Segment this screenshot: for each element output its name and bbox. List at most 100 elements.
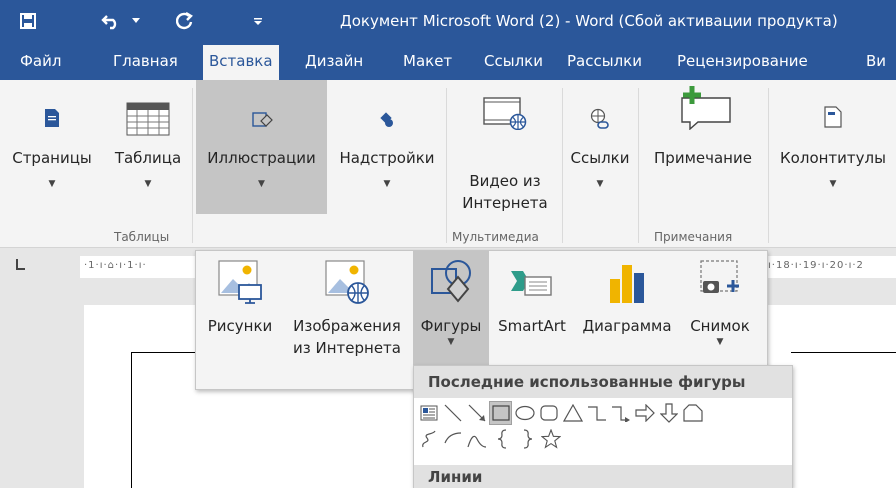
screenshot-label: Снимок	[690, 317, 750, 335]
ribbon-tabs: Файл Главная Вставка Дизайн Макет Ссылки…	[0, 42, 896, 80]
oval-icon[interactable]	[514, 402, 535, 424]
tab-insert[interactable]: Вставка	[203, 45, 279, 80]
chevron-down-icon: ▼	[447, 337, 455, 347]
arrow-line-icon[interactable]	[466, 402, 487, 424]
recent-shapes-header: Последние использованные фигуры	[414, 366, 792, 398]
group-separator	[638, 88, 639, 243]
shapes-icon	[428, 259, 474, 311]
redo-icon[interactable]	[172, 8, 198, 34]
pictures-label: Рисунки	[207, 317, 273, 335]
tab-layout[interactable]: Макет	[403, 42, 452, 80]
shapes-label: Фигуры	[420, 317, 482, 335]
links-label: Ссылки	[570, 149, 630, 167]
undo-dropdown-icon[interactable]	[128, 8, 144, 34]
new-comment-icon	[672, 84, 734, 134]
online-pictures-icon	[324, 259, 370, 311]
title-bar: Документ Microsoft Word (2) - Word (Сбой…	[0, 0, 896, 42]
arc-icon[interactable]	[442, 428, 463, 450]
header-footer-icon	[824, 106, 842, 132]
triangle-icon[interactable]	[562, 402, 583, 424]
chevron-down-icon: ▼	[48, 179, 56, 189]
ruler-left-text: ·1·ı·⌂·ı·1·ı·	[84, 260, 147, 271]
online-video-button[interactable]: Видео из Интернета	[450, 80, 560, 248]
pages-icon	[44, 108, 60, 132]
tab-references[interactable]: Ссылки	[484, 42, 543, 80]
curve-icon[interactable]	[466, 428, 487, 450]
save-icon[interactable]	[14, 8, 42, 34]
tab-home[interactable]: Главная	[113, 42, 178, 80]
tab-stop-icon	[16, 259, 25, 270]
smartart-button[interactable]: SmartArt	[490, 251, 574, 369]
chevron-down-icon: ▼	[716, 337, 724, 347]
tab-file[interactable]: Файл	[20, 42, 61, 80]
tab-view[interactable]: Ви	[866, 42, 886, 80]
shapes-gallery: Последние использованные фигуры Линии	[413, 365, 793, 488]
ruler-right-text: ı·18·ı·19·ı·20·ı·2	[768, 260, 864, 271]
down-arrow-icon[interactable]	[658, 402, 679, 424]
group-separator	[446, 88, 447, 243]
group-label-comments: Примечания	[654, 230, 733, 244]
tab-review[interactable]: Рецензирование	[677, 42, 808, 80]
online-video-label: Видео из Интернета	[450, 170, 560, 214]
text-box-icon[interactable]	[418, 402, 439, 424]
online-video-icon	[482, 96, 528, 134]
addins-label: Надстройки	[339, 149, 435, 167]
online-pictures-button[interactable]: Изображения из Интернета	[284, 251, 410, 369]
pictures-icon	[217, 259, 263, 311]
smartart-label: SmartArt	[498, 317, 566, 335]
customize-qat-icon[interactable]	[248, 8, 268, 34]
ruler-corner[interactable]	[0, 250, 40, 280]
chevron-down-icon: ▼	[596, 179, 604, 189]
illustrations-button[interactable]: Иллюстрации ▼	[196, 80, 327, 214]
shapes-icon	[251, 110, 273, 134]
header-footer-label: Колонтитулы	[780, 149, 886, 167]
right-arrow-icon[interactable]	[634, 402, 655, 424]
comment-label: Примечание	[654, 149, 752, 167]
recent-shapes-row	[418, 428, 790, 450]
online-pictures-label-line2: из Интернета	[293, 339, 401, 357]
online-video-label-line1: Видео из	[469, 172, 541, 190]
right-brace-icon[interactable]	[516, 428, 537, 450]
group-separator	[192, 88, 193, 243]
chart-button[interactable]: Диаграмма	[574, 251, 680, 369]
page-border-line	[131, 352, 132, 488]
page-border-line	[791, 352, 896, 353]
group-label-tables: Таблицы	[114, 230, 170, 244]
tab-mailings[interactable]: Рассылки	[567, 42, 642, 80]
recent-shapes-row	[418, 401, 790, 425]
undo-icon[interactable]	[98, 8, 124, 34]
comment-button[interactable]: Примечание	[640, 80, 766, 248]
star-icon[interactable]	[540, 428, 561, 450]
group-label-media: Мультимедиа	[452, 230, 539, 244]
table-button[interactable]: Таблица ▼	[106, 80, 190, 248]
header-footer-button[interactable]: Колонтитулы ▼	[770, 80, 896, 248]
pictures-button[interactable]: Рисунки	[198, 251, 282, 369]
screenshot-button[interactable]: Снимок ▼	[682, 251, 758, 369]
shapes-button[interactable]: Фигуры ▼	[413, 251, 489, 366]
chart-label: Диаграмма	[582, 317, 672, 335]
snip-rectangle-icon[interactable]	[682, 402, 703, 424]
table-label: Таблица	[114, 149, 182, 167]
group-separator	[562, 88, 563, 243]
window-title: Документ Microsoft Word (2) - Word (Сбой…	[340, 12, 838, 30]
chevron-down-icon: ▼	[383, 179, 391, 189]
chart-icon	[604, 259, 650, 311]
rectangle-icon[interactable]	[489, 401, 512, 425]
group-separator	[768, 88, 769, 243]
left-brace-icon[interactable]	[492, 428, 513, 450]
table-icon	[126, 102, 170, 140]
online-pictures-label-line1: Изображения	[293, 317, 401, 335]
rounded-rectangle-icon[interactable]	[538, 402, 559, 424]
pages-button[interactable]: Страницы ▼	[0, 80, 104, 248]
links-button[interactable]: Ссылки ▼	[564, 80, 636, 248]
chevron-down-icon: ▼	[829, 179, 837, 189]
addins-button[interactable]: Надстройки ▼	[330, 80, 444, 248]
online-video-label-line2: Интернета	[462, 194, 548, 212]
chevron-down-icon: ▼	[144, 179, 152, 189]
elbow-arrow-connector-icon[interactable]	[610, 402, 631, 424]
screenshot-icon	[697, 259, 743, 311]
line-icon[interactable]	[442, 402, 463, 424]
freeform-icon[interactable]	[418, 428, 439, 450]
elbow-connector-icon[interactable]	[586, 402, 607, 424]
tab-design[interactable]: Дизайн	[305, 42, 363, 80]
